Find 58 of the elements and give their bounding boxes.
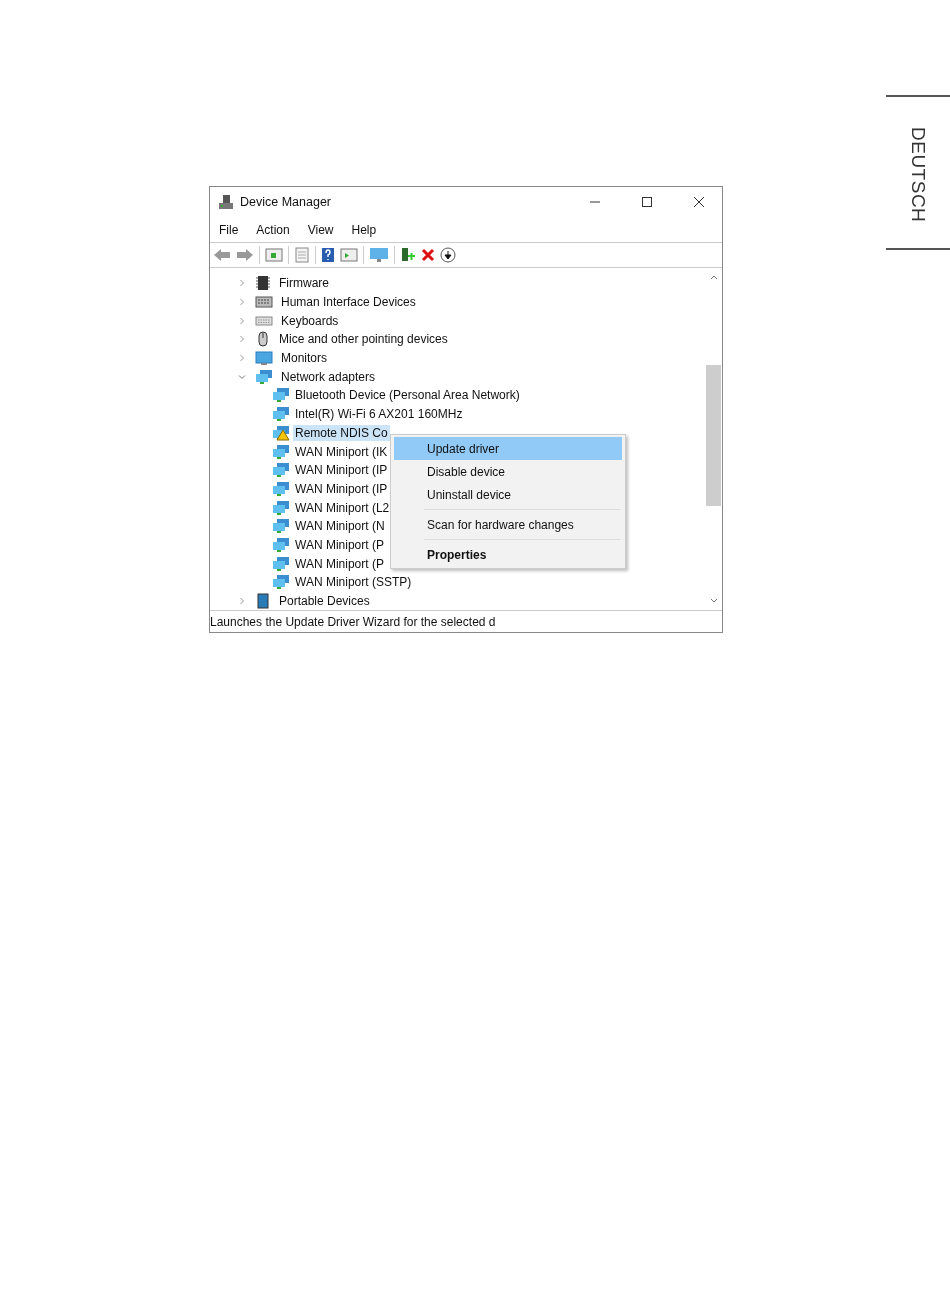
menu-item[interactable]: View	[307, 222, 334, 237]
panel-icon[interactable]	[340, 247, 358, 263]
language-label: DEUTSCH	[907, 127, 929, 223]
delete-icon[interactable]	[421, 248, 435, 262]
back-arrow-icon[interactable]	[213, 248, 231, 262]
tree-item[interactable]: Bluetooth Device (Personal Area Network)	[293, 387, 522, 404]
expander-icon[interactable]	[238, 335, 246, 344]
tree-item[interactable]: WAN Miniport (N	[293, 518, 387, 535]
tree-item[interactable]: WAN Miniport (P	[293, 536, 386, 553]
tree-item[interactable]: WAN Miniport (IK	[293, 443, 390, 460]
forward-arrow-icon[interactable]	[236, 248, 254, 262]
window-title: Device Manager	[240, 195, 331, 209]
maximize-icon[interactable]	[641, 196, 653, 208]
tree-item[interactable]: Portable Devices	[277, 593, 372, 610]
tree-item[interactable]: Monitors	[279, 350, 329, 367]
menu-item[interactable]: File	[219, 222, 239, 237]
expander-icon[interactable]	[238, 316, 246, 325]
device-icon	[255, 593, 271, 610]
monitor-icon	[255, 350, 273, 367]
tree-item[interactable]: Remote NDIS Co	[293, 424, 390, 441]
panel-icon[interactable]	[265, 247, 283, 263]
document-icon[interactable]	[294, 247, 310, 263]
device-add-icon[interactable]	[400, 247, 416, 263]
menu-item[interactable]: Help	[351, 222, 377, 237]
expander-icon[interactable]	[238, 279, 246, 288]
context-menu-item[interactable]: Scan for hardware changes	[394, 513, 622, 536]
tree-item[interactable]: WAN Miniport (IP	[293, 462, 390, 479]
tree-item[interactable]: WAN Miniport (IP	[293, 480, 390, 497]
tree-item[interactable]: Network adapters	[279, 368, 378, 385]
tree-item[interactable]: Mice and other pointing devices	[277, 331, 450, 348]
tree-item[interactable]: WAN Miniport (P	[293, 555, 386, 572]
monitor-icon[interactable]	[369, 247, 389, 263]
download-icon[interactable]	[440, 247, 456, 263]
chip-icon	[255, 275, 271, 292]
scroll-down-icon[interactable]	[709, 598, 718, 604]
context-menu-item[interactable]: Properties	[394, 543, 622, 566]
computer-icon	[218, 194, 234, 210]
network-icon	[255, 368, 273, 385]
expander-icon[interactable]	[238, 597, 246, 606]
keypad-icon	[255, 294, 273, 311]
tree-item[interactable]: WAN Miniport (SSTP)	[293, 574, 414, 591]
help-icon[interactable]	[321, 247, 335, 263]
tree-item[interactable]: Intel(R) Wi-Fi 6 AX201 160MHz	[293, 406, 465, 423]
tree-item[interactable]: Human Interface Devices	[279, 294, 418, 311]
context-menu-item[interactable]: Uninstall device	[394, 483, 622, 506]
expander-icon[interactable]	[238, 354, 246, 363]
close-icon[interactable]	[693, 196, 705, 208]
tree-item[interactable]: Keyboards	[279, 312, 341, 329]
tree-item[interactable]: Firmware	[277, 275, 331, 292]
tree-item[interactable]: WAN Miniport (L2	[293, 499, 392, 516]
expander-icon[interactable]	[238, 372, 246, 381]
expander-icon[interactable]	[238, 298, 246, 307]
context-menu-item[interactable]: Update driver	[394, 437, 622, 460]
context-menu-item[interactable]: Disable device	[394, 460, 622, 483]
menu-item[interactable]: Action	[256, 222, 290, 237]
status-text: Launches the Update Driver Wizard for the selected d	[210, 614, 496, 629]
scroll-up-icon[interactable]	[709, 274, 718, 280]
scroll-thumb[interactable]	[706, 365, 721, 506]
